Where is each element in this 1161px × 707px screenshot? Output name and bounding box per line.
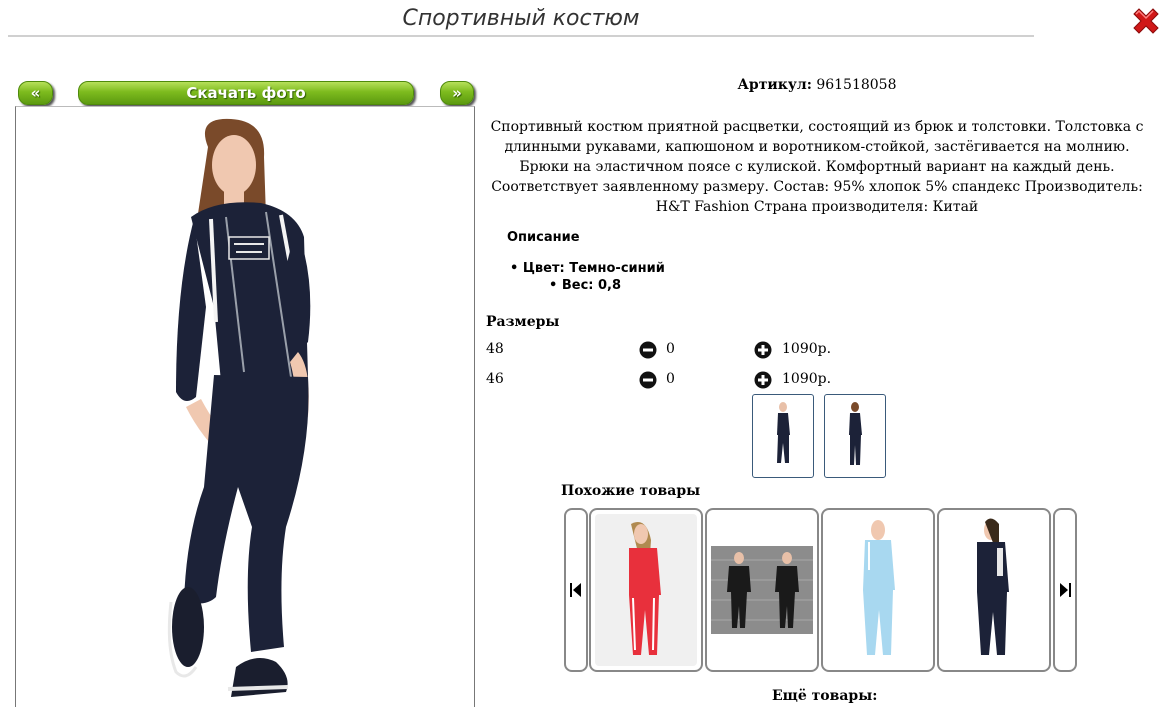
similar-products-heading: Похожие товары: [561, 483, 701, 499]
download-photo-button[interactable]: Скачать фото: [78, 81, 414, 105]
main-product-photo: [15, 106, 475, 707]
more-products-heading: Ещё товары:: [772, 688, 878, 704]
price-value: 1090р.: [782, 341, 832, 357]
minus-circle-icon[interactable]: [639, 341, 657, 359]
photo-thumbnail[interactable]: [752, 394, 814, 478]
description-heading: Описание: [507, 230, 580, 245]
carousel-last-button[interactable]: [1053, 508, 1077, 672]
sku-value: 961518058: [816, 77, 897, 93]
price-value: 1090р.: [782, 371, 832, 387]
last-icon: [1060, 583, 1071, 597]
quantity-value: 0: [666, 341, 675, 357]
next-photo-button[interactable]: »: [440, 81, 474, 105]
similar-product-card[interactable]: [821, 508, 935, 672]
quantity-value: 0: [666, 371, 675, 387]
plus-circle-icon[interactable]: [754, 341, 772, 359]
size-row: 48 0 1090р.: [486, 339, 846, 361]
sku-label: Артикул:: [737, 77, 812, 93]
similar-product-card[interactable]: [937, 508, 1051, 672]
plus-circle-icon[interactable]: [754, 371, 772, 389]
carousel-first-button[interactable]: [564, 508, 588, 672]
minus-circle-icon[interactable]: [639, 371, 657, 389]
first-icon: [570, 583, 581, 597]
size-row: 46 0 1090р.: [486, 369, 846, 391]
model-figure: [167, 118, 311, 697]
close-icon[interactable]: [1131, 6, 1161, 36]
product-description: Спортивный костюм приятной расцветки, со…: [490, 119, 1144, 215]
attr-color: • Цвет: Темно-синий: [510, 261, 665, 276]
prev-photo-button[interactable]: «: [18, 81, 53, 105]
sizes-heading: Размеры: [486, 314, 560, 330]
product-sku: Артикул: 961518058: [486, 77, 1148, 93]
title-divider: [8, 35, 1034, 37]
photo-thumbnail[interactable]: [824, 394, 886, 478]
attr-weight: • Вес: 0,8: [549, 278, 622, 293]
size-value: 48: [486, 341, 504, 357]
size-value: 46: [486, 371, 504, 387]
page-title: Спортивный костюм: [402, 6, 640, 31]
similar-product-card[interactable]: [589, 508, 703, 672]
similar-product-card[interactable]: [705, 508, 819, 672]
